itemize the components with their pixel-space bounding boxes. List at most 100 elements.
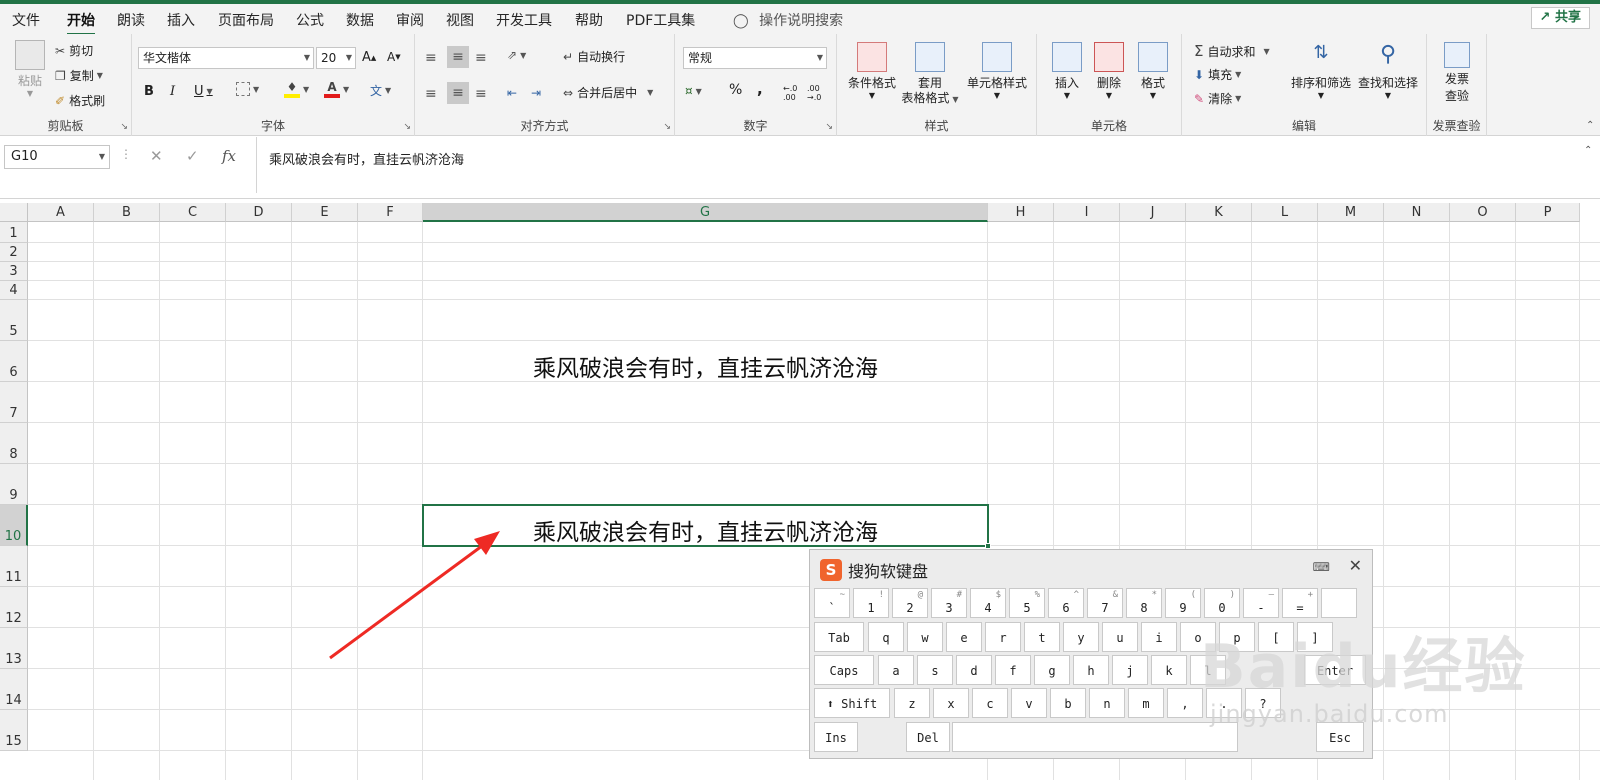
font-size-select[interactable]: 20 ▼ [316, 47, 356, 69]
key-7[interactable]: & 7 [1087, 588, 1123, 618]
tab-formulas[interactable]: 公式 [296, 10, 324, 30]
collapse-ribbon-icon[interactable]: ⌃ [1586, 120, 1594, 131]
format-painter-button[interactable]: ✐ 格式刷 [55, 92, 105, 109]
dialog-launcher-icon[interactable]: ↘ [825, 122, 833, 132]
decrease-font-button[interactable]: A ▼ [387, 50, 401, 64]
copy-button[interactable]: ❐ 复制 ▼ [55, 67, 103, 84]
cut-button[interactable]: ✂ 剪切 [55, 42, 93, 59]
expand-formula-icon[interactable]: ⌃ [1584, 145, 1592, 156]
wrap-text-button[interactable]: ↵ 自动换行 [563, 48, 625, 65]
key-6[interactable]: ^ 6 [1048, 588, 1084, 618]
border-button[interactable]: ▼ [236, 82, 259, 96]
cancel-icon[interactable]: ✕ [150, 147, 163, 165]
align-top-button[interactable]: ≡ [425, 50, 437, 66]
percent-button[interactable]: % [729, 82, 742, 98]
key-2[interactable]: @2 [892, 588, 928, 618]
increase-indent-button[interactable]: ⇥ [531, 86, 541, 100]
cell-styles-button[interactable]: 单元格样式 ▼ [961, 42, 1033, 100]
clear-button[interactable]: ✎ 清除 ▼ [1194, 90, 1241, 107]
align-center-button[interactable]: ≡ [447, 82, 469, 104]
key-shift[interactable]: ⬆ Shift [814, 688, 890, 718]
tab-home[interactable]: 开始 [67, 10, 95, 36]
insert-cells-button[interactable]: 插入 ▼ [1047, 42, 1087, 100]
tab-help[interactable]: 帮助 [575, 10, 603, 30]
key-h[interactable]: h [1073, 655, 1109, 685]
key-a[interactable]: a [878, 655, 914, 685]
key-i[interactable]: i [1141, 622, 1177, 652]
tab-page-layout[interactable]: 页面布局 [218, 10, 274, 30]
fill-button[interactable]: ⬇ 填充 ▼ [1194, 66, 1241, 83]
key-ins[interactable]: Ins [814, 722, 858, 752]
orientation-button[interactable]: ⇗ ▼ [507, 48, 526, 62]
italic-button[interactable]: I [170, 84, 175, 99]
key-b[interactable]: b [1050, 688, 1086, 718]
tell-me-search[interactable]: ◯ 操作说明搜索 [733, 10, 843, 30]
tab-data[interactable]: 数据 [346, 10, 374, 30]
key-t[interactable]: t [1024, 622, 1060, 652]
conditional-format-button[interactable]: 条件格式 ▼ [841, 42, 903, 100]
format-as-table-button[interactable]: 套用 表格格式 ▼ [899, 42, 961, 106]
align-bottom-button[interactable]: ≡ [475, 50, 487, 66]
key-3[interactable]: #3 [931, 588, 967, 618]
font-name-select[interactable]: 华文楷体 ▼ [138, 47, 314, 69]
increase-decimal-button[interactable]: ←.0.00 [783, 84, 797, 102]
key-w[interactable]: w [907, 622, 943, 652]
insert-function-icon[interactable]: fx [222, 147, 236, 165]
key-1[interactable]: ! 1 [853, 588, 889, 618]
key-,[interactable]: , [1167, 688, 1203, 718]
key--[interactable]: — - [1243, 588, 1279, 618]
autosum-button[interactable]: Σ 自动求和 ▼ [1194, 42, 1270, 60]
key-c[interactable]: c [972, 688, 1008, 718]
key-0[interactable]: ) 0 [1204, 588, 1240, 618]
paste-button[interactable]: 粘贴 ▼ [10, 40, 50, 98]
key-y[interactable]: y [1063, 622, 1099, 652]
key-9[interactable]: (9 [1165, 588, 1201, 618]
find-select-button[interactable]: ⚲ 查找和选择 ▼ [1354, 42, 1422, 100]
tab-file[interactable]: 文件 [12, 10, 40, 30]
sort-filter-button[interactable]: ⇅ 排序和筛选 ▼ [1288, 42, 1354, 100]
key-x[interactable]: x [933, 688, 969, 718]
delete-cells-button[interactable]: 删除 ▼ [1089, 42, 1129, 100]
close-icon[interactable]: ✕ [1349, 556, 1362, 575]
align-middle-button[interactable]: ≡ [447, 46, 469, 68]
key-g[interactable]: g [1034, 655, 1070, 685]
decrease-decimal-button[interactable]: .00 →.0 [807, 84, 821, 102]
key-del[interactable]: Del [906, 722, 950, 752]
key-caps[interactable]: Caps [814, 655, 874, 685]
key-m[interactable]: m [1128, 688, 1164, 718]
key-z[interactable]: z [894, 688, 930, 718]
tab-view[interactable]: 视图 [446, 10, 474, 30]
decrease-indent-button[interactable]: ⇤ [507, 86, 517, 100]
dialog-launcher-icon[interactable]: ↘ [403, 122, 411, 132]
dialog-launcher-icon[interactable]: ↘ [120, 122, 128, 132]
fill-color-button[interactable]: ♦ ▼ [284, 80, 309, 98]
tab-developer[interactable]: 开发工具 [496, 10, 552, 30]
key-k[interactable]: k [1151, 655, 1187, 685]
key-d[interactable]: d [956, 655, 992, 685]
format-cells-button[interactable]: 格式 ▼ [1133, 42, 1173, 100]
key-e[interactable]: e [946, 622, 982, 652]
share-button[interactable]: ↗ 共享 [1530, 7, 1590, 29]
key-=[interactable]: + = [1282, 588, 1318, 618]
key-r[interactable]: r [985, 622, 1021, 652]
key-q[interactable]: q [868, 622, 904, 652]
tab-review[interactable]: 审阅 [396, 10, 424, 30]
name-box[interactable]: G10 ▼ [4, 145, 110, 169]
key-v[interactable]: v [1011, 688, 1047, 718]
formula-input[interactable]: 乘风破浪会有时，直挂云帆济沧海 [256, 137, 1556, 193]
comma-button[interactable]: , [757, 80, 763, 98]
key-`[interactable]: ~ ` [814, 588, 850, 618]
key-8[interactable]: * 8 [1126, 588, 1162, 618]
key-n[interactable]: n [1089, 688, 1125, 718]
tab-read[interactable]: 朗读 [117, 10, 145, 30]
keyboard-menu-icon[interactable]: ⌨ [1313, 560, 1330, 574]
key-4[interactable]: $4 [970, 588, 1006, 618]
dialog-launcher-icon[interactable]: ↘ [663, 122, 671, 132]
key-5[interactable]: % 5 [1009, 588, 1045, 618]
key-j[interactable]: j [1112, 655, 1148, 685]
align-right-button[interactable]: ≡ [475, 86, 487, 102]
align-left-button[interactable]: ≡ [425, 86, 437, 102]
key-space[interactable] [952, 722, 1238, 752]
font-color-button[interactable]: A ▼ [324, 80, 349, 98]
tab-insert[interactable]: 插入 [167, 10, 195, 30]
